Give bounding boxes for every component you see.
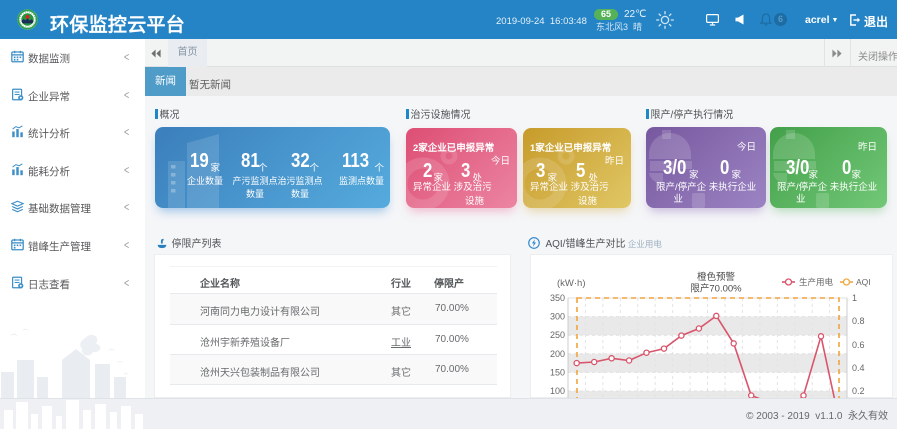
svg-text:250: 250 <box>550 330 565 340</box>
svg-text:(kW·h): (kW·h) <box>557 278 586 289</box>
svg-text:200: 200 <box>550 349 565 359</box>
svg-text:300: 300 <box>550 312 565 322</box>
svg-text:0.6: 0.6 <box>852 340 865 350</box>
svg-text:350: 350 <box>550 293 565 303</box>
svg-text:1: 1 <box>852 293 857 303</box>
svg-text:0.2: 0.2 <box>852 386 865 396</box>
svg-text:橙色预警: 橙色预警 <box>697 271 736 283</box>
svg-text:0.4: 0.4 <box>852 363 865 373</box>
svg-text:100: 100 <box>550 386 565 396</box>
svg-text:AQI: AQI <box>856 277 871 287</box>
svg-text:150: 150 <box>550 367 565 377</box>
svg-text:0.8: 0.8 <box>852 316 865 326</box>
svg-text:生产用电: 生产用电 <box>799 277 834 287</box>
svg-text:限产70.00%: 限产70.00% <box>690 283 742 295</box>
